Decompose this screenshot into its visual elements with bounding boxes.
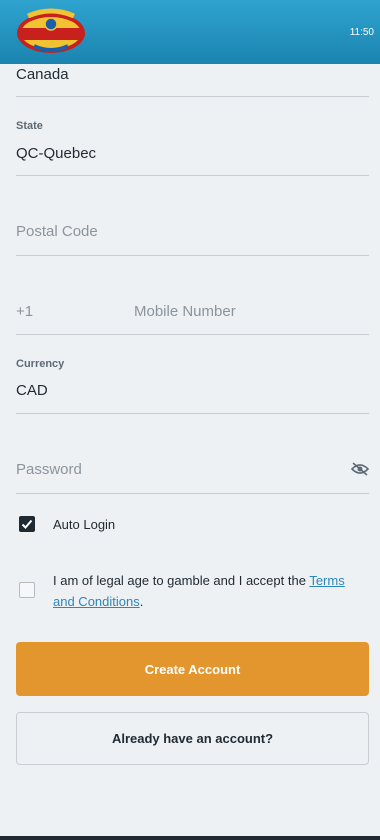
state-value: QC-Quebec xyxy=(16,145,97,162)
currency-field[interactable]: Currency CAD xyxy=(16,355,369,414)
login-button[interactable]: Already have an account? xyxy=(16,712,369,765)
auto-login-checkbox[interactable] xyxy=(19,516,35,532)
auto-login-label: Auto Login xyxy=(53,517,116,532)
checkmark-icon xyxy=(21,519,33,529)
mobile-field[interactable]: +1 Mobile Number xyxy=(16,276,369,335)
phone-prefix[interactable]: +1 xyxy=(16,303,33,320)
top-bar: 11:50 xyxy=(0,0,380,64)
mobile-number-placeholder: Mobile Number xyxy=(134,303,236,320)
lucky-emperor-logo[interactable] xyxy=(14,6,88,56)
terms-checkbox[interactable] xyxy=(19,582,35,598)
postal-code-placeholder: Postal Code xyxy=(16,223,98,240)
password-placeholder: Password xyxy=(16,461,82,478)
terms-prefix: I am of legal age to gamble and I accept… xyxy=(53,573,310,588)
eye-off-icon[interactable] xyxy=(351,462,369,476)
currency-value: CAD xyxy=(16,382,48,399)
status-clock: 11:50 xyxy=(349,27,374,38)
country-value: Canada xyxy=(16,66,69,83)
postal-code-field[interactable]: Postal Code xyxy=(16,196,369,256)
terms-suffix: . xyxy=(139,594,144,609)
state-field[interactable]: State QC-Quebec xyxy=(16,117,369,176)
terms-text: I am of legal age to gamble and I accept… xyxy=(53,570,369,612)
state-label: State xyxy=(16,120,43,132)
password-field[interactable]: Password xyxy=(16,434,369,494)
currency-label: Currency xyxy=(16,358,65,370)
country-field[interactable]: Canada xyxy=(16,64,369,97)
bottom-edge xyxy=(0,836,380,840)
create-account-button[interactable]: Create Account xyxy=(16,642,369,696)
